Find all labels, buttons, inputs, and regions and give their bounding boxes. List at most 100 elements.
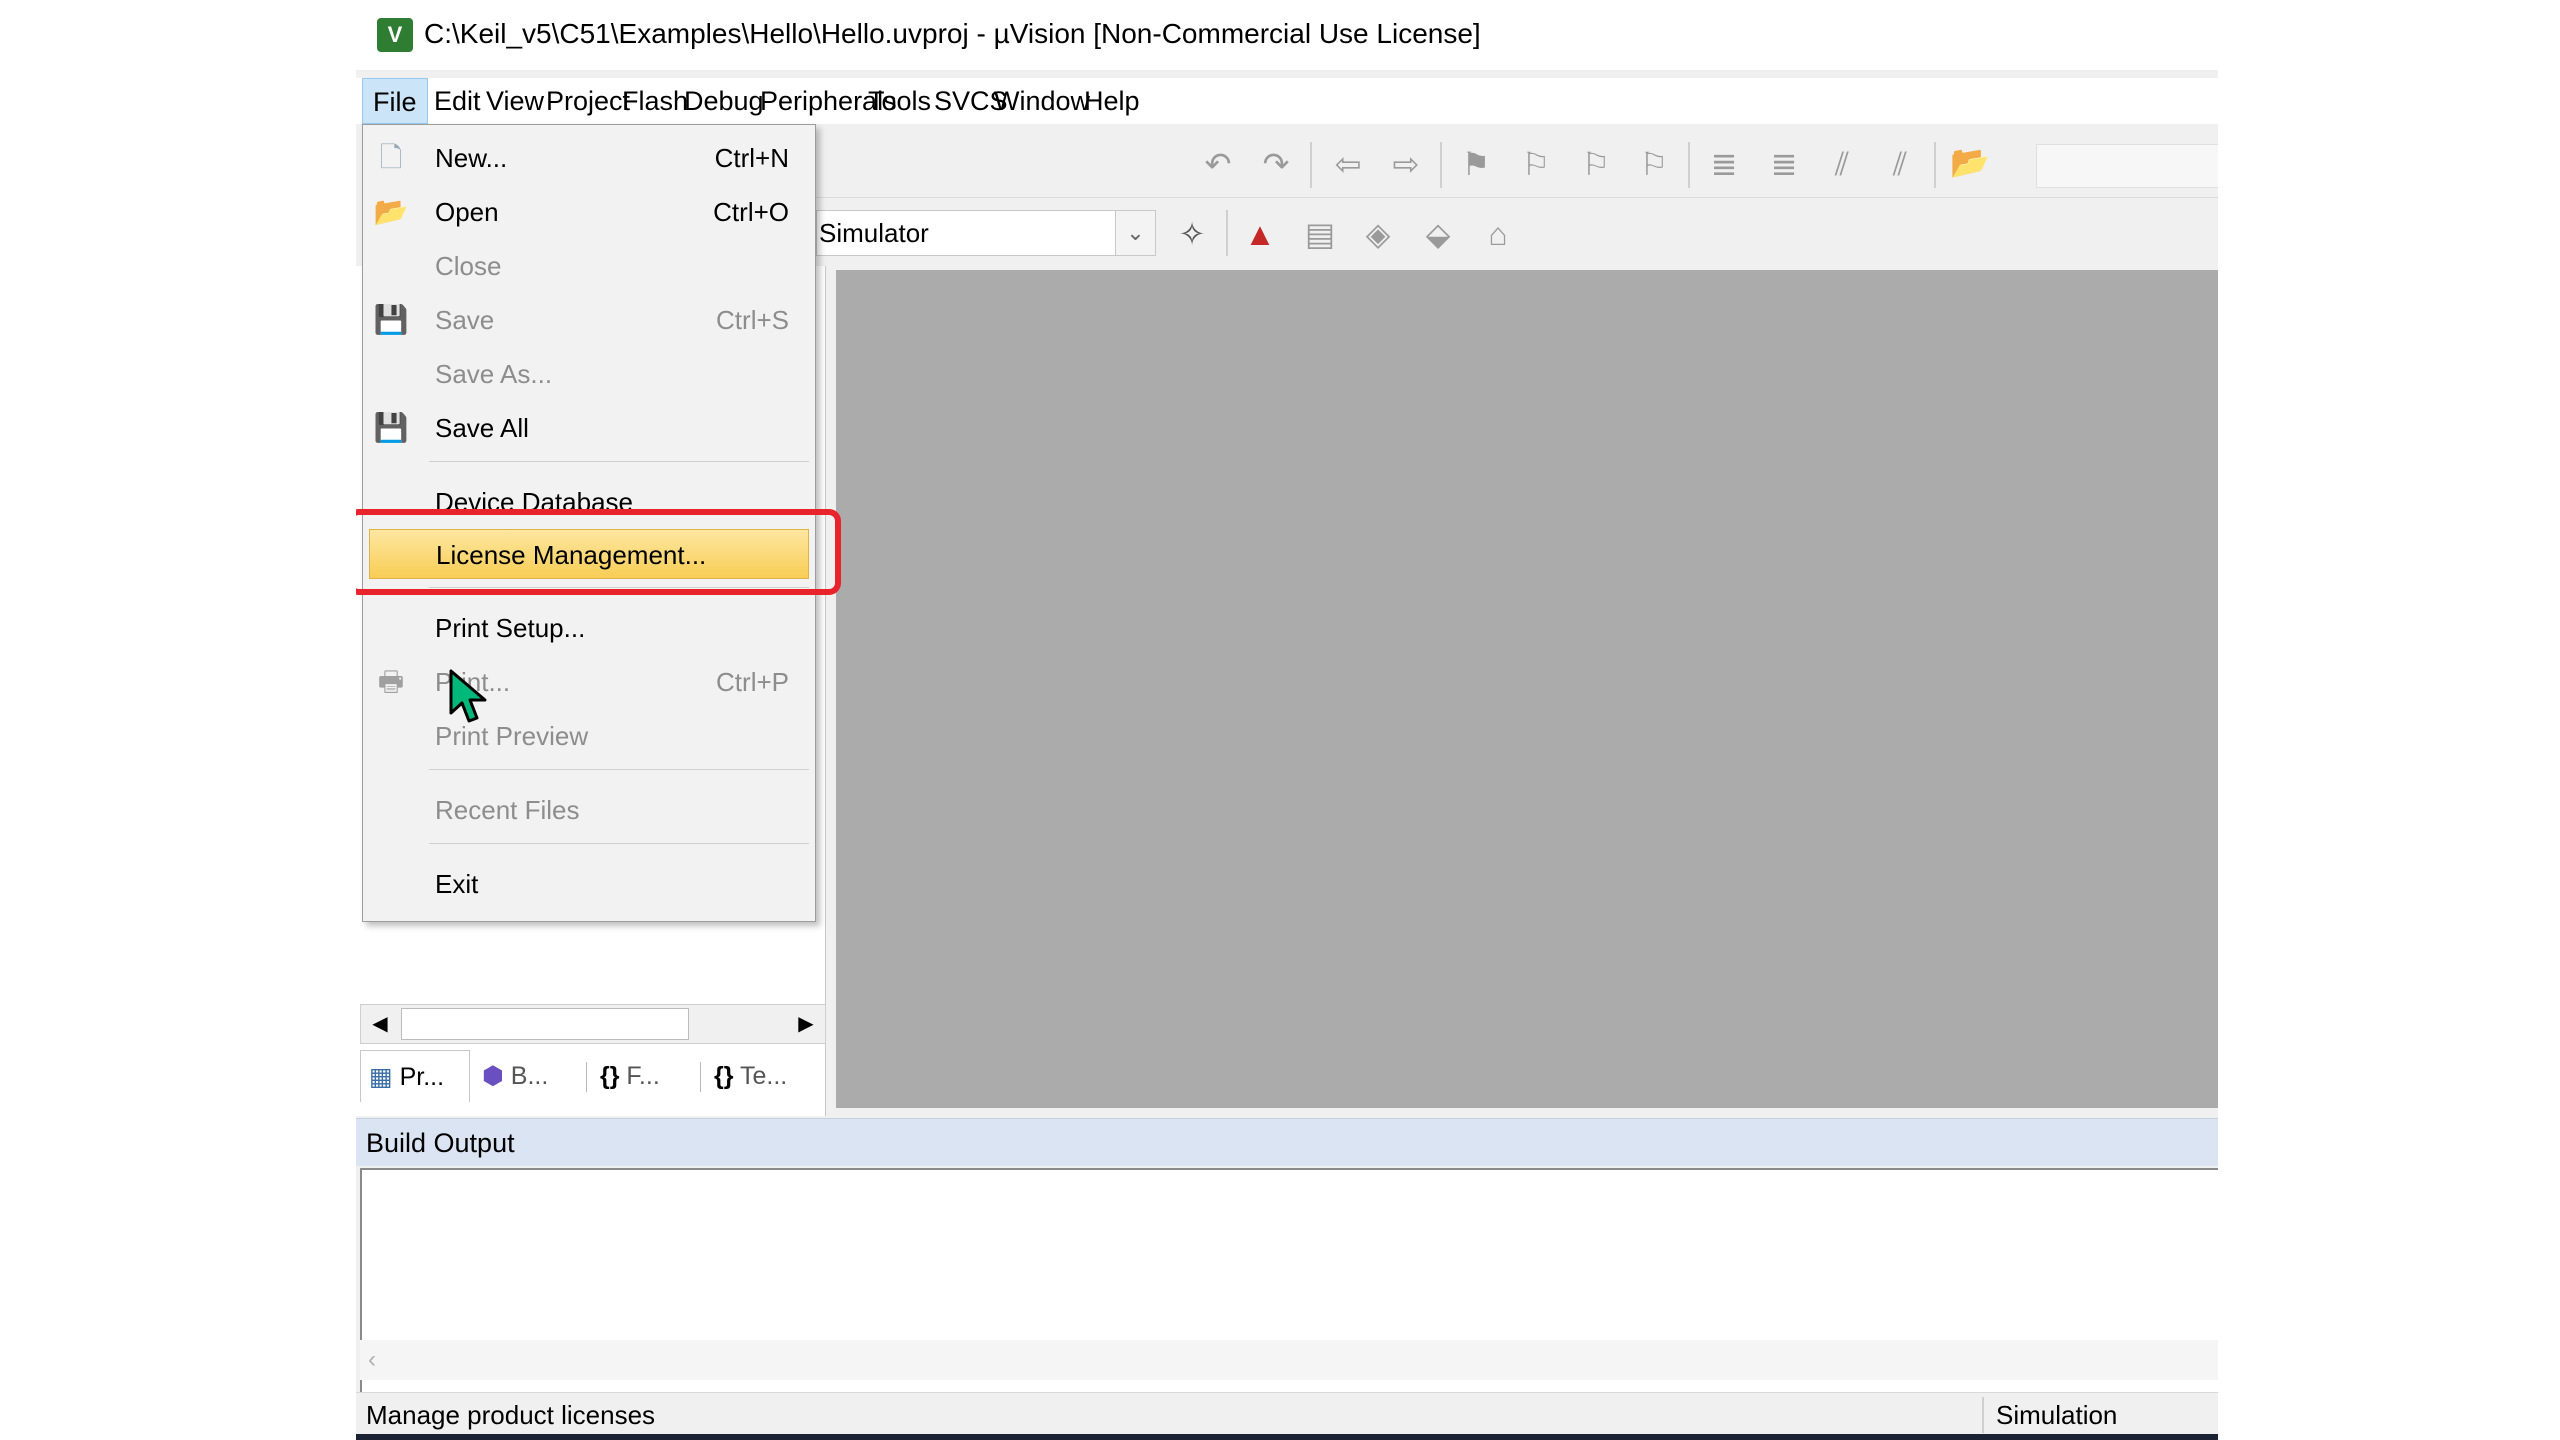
select-packs-icon[interactable]: ⬙ xyxy=(1418,214,1458,254)
uvision-icon: V xyxy=(377,18,413,52)
open-folder-icon: 📂 xyxy=(373,196,409,227)
build-output-hscrollbar[interactable]: ‹ xyxy=(360,1340,2218,1380)
rte-icon[interactable]: ▤ xyxy=(1300,214,1340,254)
comment-icon[interactable]: ⫽ xyxy=(1822,144,1862,184)
tab-label: F... xyxy=(626,1062,660,1090)
books-icon[interactable]: ⌂ xyxy=(1478,214,1518,254)
menu-item-label: New... xyxy=(435,143,508,173)
bookmark-icon[interactable]: ⚑ xyxy=(1456,144,1496,184)
magic-wand-icon[interactable]: ✧ xyxy=(1172,214,1212,254)
menu-item-save-as[interactable]: Save As... xyxy=(363,349,815,399)
scroll-right-icon[interactable]: ▶ xyxy=(787,1005,825,1043)
tab-label: B... xyxy=(510,1062,549,1090)
highlight-callout xyxy=(356,509,841,595)
tab-books[interactable]: ⬢ B... xyxy=(474,1050,582,1102)
menu-item-shortcut: Ctrl+P xyxy=(716,667,789,697)
uncomment-icon[interactable]: ⫽ xyxy=(1880,144,1920,184)
menu-bar: File Edit View Project Flash Debug Perip… xyxy=(356,78,2218,124)
menu-item-shortcut: Ctrl+S xyxy=(716,305,789,335)
scroll-left-icon[interactable]: ‹ xyxy=(368,1340,376,1380)
indent-icon[interactable]: ≣ xyxy=(1704,144,1744,184)
menu-item-print-preview[interactable]: Print Preview xyxy=(363,711,815,761)
menu-item-label: Recent Files xyxy=(435,795,580,825)
taskbar-edge xyxy=(356,1434,2218,1440)
menu-item-label: Save As... xyxy=(435,359,553,389)
books-icon: ⬢ xyxy=(482,1062,504,1090)
templates-icon: {} xyxy=(714,1062,734,1090)
mouse-cursor-icon xyxy=(449,669,487,723)
tab-project[interactable]: ▦ Pr... xyxy=(360,1050,470,1102)
save-icon: 💾 xyxy=(373,304,409,335)
find-combo[interactable]: ⌄ xyxy=(2036,144,2218,188)
new-file-icon: 🗋 xyxy=(379,142,403,173)
components-icon[interactable]: ▲ xyxy=(1240,214,1280,254)
tab-functions[interactable]: {} F... xyxy=(592,1050,696,1102)
menu-item-recent-files[interactable]: Recent Files xyxy=(363,785,815,835)
menu-item-shortcut: Ctrl+O xyxy=(713,197,789,227)
project-hscrollbar[interactable]: ◀ ▶ xyxy=(360,1004,826,1044)
menu-file[interactable]: File xyxy=(362,78,428,124)
menu-item-label: Save xyxy=(435,305,495,335)
menu-item-open[interactable]: 📂 Open Ctrl+O xyxy=(363,187,815,237)
unindent-icon[interactable]: ≣ xyxy=(1764,144,1804,184)
menu-item-print-setup[interactable]: Print Setup... xyxy=(363,603,815,653)
build-toolbar: Simulator ⌄ ✧ ▲ ▤ ◈ ⬙ ⌂ xyxy=(816,200,1906,266)
target-value: Simulator xyxy=(819,218,929,248)
toolbar-separator xyxy=(1688,142,1690,188)
find-in-files-icon[interactable]: 📂 xyxy=(1950,142,1990,182)
menu-separator xyxy=(429,461,809,462)
file-menu: 🗋 New... Ctrl+N 📂 Open Ctrl+O Close 💾 Sa… xyxy=(356,124,841,922)
project-icon: ▦ xyxy=(369,1063,393,1091)
menu-help[interactable]: Help xyxy=(1074,78,1150,124)
window-title: C:\Keil_v5\C51\Examples\Hello\Hello.uvpr… xyxy=(424,18,1481,49)
uvision-window: V C:\Keil_v5\C51\Examples\Hello\Hello.uv… xyxy=(356,0,2218,1440)
toolbar-separator xyxy=(1310,142,1312,188)
save-all-icon: 💾 xyxy=(373,412,409,443)
project-tabs: ▦ Pr... ⬢ B... {} F... {} Te... xyxy=(360,1050,830,1102)
title-bar: V C:\Keil_v5\C51\Examples\Hello\Hello.uv… xyxy=(356,0,2218,70)
menu-item-label: Exit xyxy=(435,869,479,899)
menu-item-label: Open xyxy=(435,197,499,227)
toolbar-separator xyxy=(1226,210,1228,256)
menu-separator xyxy=(429,769,809,770)
status-mode: Simulation xyxy=(1996,1400,2118,1430)
menu-item-print[interactable]: 🖶 Print... Ctrl+P xyxy=(363,657,815,707)
scroll-left-icon[interactable]: ◀ xyxy=(361,1005,399,1043)
menu-item-new[interactable]: 🗋 New... Ctrl+N xyxy=(363,133,815,183)
menu-item-label: Save All xyxy=(435,413,529,443)
toolbar-separator xyxy=(1440,142,1442,188)
forward-icon[interactable]: ⇨ xyxy=(1386,144,1426,184)
main-toolbar: ↶ ↷ ⇦ ⇨ ⚑ ⚐ ⚐ ⚐ ≣ ≣ ⫽ ⫽ 📂 ⌄ 🔍 ⚒ ◉ xyxy=(816,130,2218,198)
menu-item-save[interactable]: 💾 Save Ctrl+S xyxy=(363,295,815,345)
prev-bookmark-icon[interactable]: ⚐ xyxy=(1516,144,1556,184)
tab-label: Te... xyxy=(739,1062,788,1090)
status-bar: Manage product licenses Simulation xyxy=(356,1392,2218,1436)
build-output-header: Build Output xyxy=(356,1118,2218,1166)
build-output-title: Build Output xyxy=(366,1128,515,1158)
status-message: Manage product licenses xyxy=(366,1400,656,1430)
status-separator xyxy=(1982,1397,1984,1433)
chevron-down-icon[interactable]: ⌄ xyxy=(1115,211,1155,255)
menu-item-shortcut: Ctrl+N xyxy=(714,143,789,173)
tab-label: Pr... xyxy=(399,1063,445,1091)
menu-item-label: Close xyxy=(435,251,502,281)
menu-item-exit[interactable]: Exit xyxy=(363,859,815,909)
target-select[interactable]: Simulator ⌄ xyxy=(816,210,1156,256)
next-bookmark-icon[interactable]: ⚐ xyxy=(1576,144,1616,184)
menu-item-label: Print Setup... xyxy=(435,613,586,643)
tab-separator xyxy=(586,1062,587,1092)
menu-item-save-all[interactable]: 💾 Save All xyxy=(363,403,815,453)
redo-icon[interactable]: ↷ xyxy=(1256,144,1296,184)
scroll-thumb[interactable] xyxy=(401,1008,689,1040)
pack-icon[interactable]: ◈ xyxy=(1358,214,1398,254)
toolbar-separator xyxy=(1934,142,1936,188)
editor-area[interactable] xyxy=(836,270,2218,1108)
clear-bookmarks-icon[interactable]: ⚐ xyxy=(1634,144,1674,184)
tab-separator xyxy=(700,1062,701,1092)
back-icon[interactable]: ⇦ xyxy=(1328,144,1368,184)
undo-icon[interactable]: ↶ xyxy=(1198,144,1238,184)
menu-item-close[interactable]: Close xyxy=(363,241,815,291)
tab-templates[interactable]: {} Te... xyxy=(706,1050,826,1102)
print-icon: 🖶 xyxy=(377,666,405,697)
functions-icon: {} xyxy=(600,1062,620,1090)
